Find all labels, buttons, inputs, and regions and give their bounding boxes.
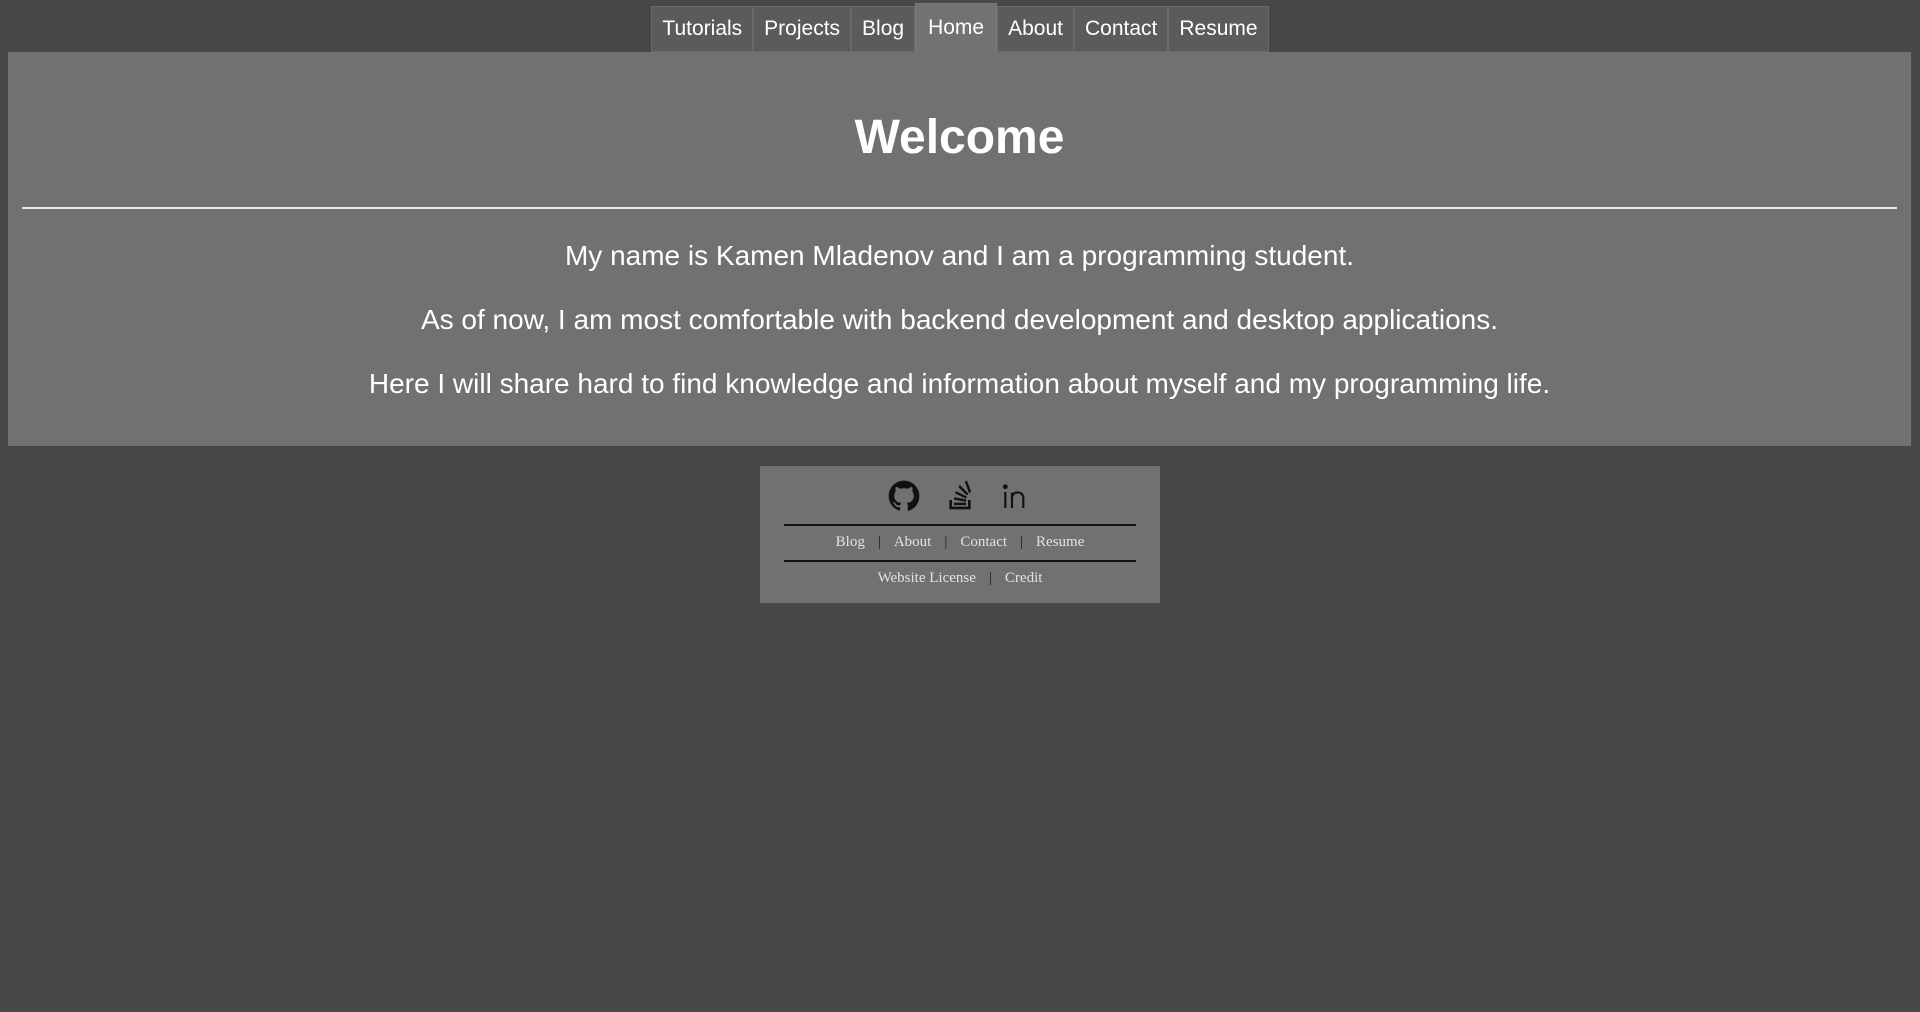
separator: |: [1020, 534, 1024, 550]
tab-about[interactable]: About: [997, 6, 1074, 52]
tab-home[interactable]: Home: [915, 3, 998, 52]
footer-link-contact[interactable]: Contact: [960, 534, 1007, 550]
stackoverflow-icon[interactable]: [944, 480, 976, 512]
separator: |: [877, 534, 881, 550]
title-divider: [22, 207, 1897, 209]
intro-paragraph: My name is Kamen Mladenov and I am a pro…: [564, 240, 1355, 271]
separator: |: [988, 570, 992, 586]
footer-link-blog[interactable]: Blog: [836, 534, 865, 550]
separator: |: [944, 534, 948, 550]
footer-link-resume[interactable]: Resume: [1036, 534, 1084, 550]
footer-divider: [784, 524, 1136, 526]
purpose-paragraph: Here I will share hard to find knowledge…: [368, 368, 1551, 399]
github-icon[interactable]: [888, 480, 920, 512]
top-nav: Tutorials Projects Blog Home About Conta…: [0, 3, 1920, 52]
tab-contact[interactable]: Contact: [1073, 6, 1169, 52]
tab-blog[interactable]: Blog: [851, 6, 916, 52]
footer-link-credit[interactable]: Credit: [1005, 570, 1043, 586]
footer-legal-links: Website License | Credit: [760, 570, 1160, 587]
tab-projects[interactable]: Projects: [753, 6, 852, 52]
footer-divider: [784, 560, 1136, 562]
footer-link-about[interactable]: About: [894, 534, 932, 550]
tab-resume[interactable]: Resume: [1168, 6, 1269, 52]
social-links: [760, 480, 1160, 512]
page-title: Welcome: [854, 111, 1065, 164]
footer: Blog | About | Contact | Resume Website Licens…: [760, 466, 1160, 603]
tab-tutorials[interactable]: Tutorials: [651, 6, 754, 52]
footer-nav-links: Blog | About | Contact | Resume: [760, 534, 1160, 551]
footer-link-website-license[interactable]: Website License: [878, 570, 976, 586]
skills-paragraph: As of now, I am most comfortable with ba…: [420, 304, 1499, 335]
welcome-panel: Welcome My name is Kamen Mladenov and I …: [8, 52, 1911, 446]
linkedin-icon[interactable]: [1000, 480, 1032, 512]
